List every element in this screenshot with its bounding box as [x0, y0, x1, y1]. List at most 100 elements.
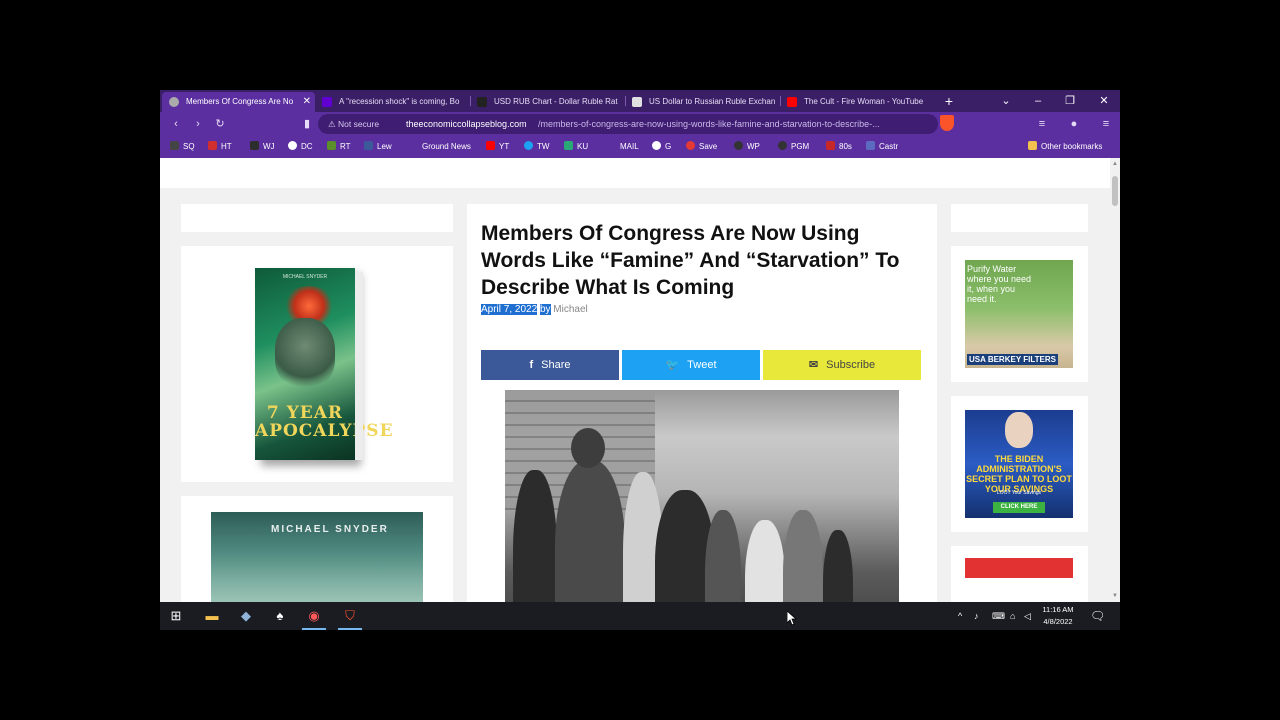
url-path: /members-of-congress-are-now-using-words… — [538, 119, 880, 129]
ad-card-water[interactable]: Purify Water where you need it, when you… — [951, 246, 1088, 382]
tab-label: A "recession shock" is coming, Bo — [339, 97, 460, 106]
scroll-up-icon[interactable]: ▲ — [1111, 160, 1119, 168]
book-cover-image[interactable]: MICHAEL SNYDER 7 YEAR APOCALYPSE — [255, 268, 393, 460]
biden-savings-ad[interactable]: THE BIDEN ADMINISTRATION'S SECRET PLAN T… — [965, 410, 1073, 518]
bookmark-dc[interactable]: DC — [288, 136, 313, 158]
bookmark-sq[interactable]: SQ — [170, 136, 195, 158]
tab-usd-russian-ruble[interactable]: US Dollar to Russian Ruble Exchan — [625, 92, 778, 112]
book-author: MICHAEL SNYDER — [282, 274, 328, 280]
heart-icon — [288, 141, 297, 150]
microphone-icon[interactable]: ♪ — [974, 602, 979, 630]
ad-water-brand: USA BERKEY FILTERS — [967, 354, 1058, 365]
berkey-filter-ad[interactable]: Purify Water where you need it, when you… — [965, 260, 1073, 368]
close-tab-icon[interactable]: ✕ — [303, 92, 311, 112]
pinterest-icon — [686, 141, 695, 150]
article-title[interactable]: Members Of Congress Are Now Using Words … — [481, 220, 921, 301]
bookmark-page-icon[interactable]: ▮ — [299, 116, 315, 132]
bookmark-yt[interactable]: YT — [486, 136, 509, 158]
bookmark-ground-news[interactable]: Ground News — [422, 136, 471, 158]
file-explorer-icon[interactable]: ▬ — [196, 602, 228, 630]
subscribe-button[interactable]: ✉ Subscribe — [763, 350, 921, 380]
tab-youtube[interactable]: The Cult - Fire Woman - YouTube — [780, 92, 933, 112]
bookmark-wj[interactable]: WJ — [250, 136, 275, 158]
ad-card-biden[interactable]: THE BIDEN ADMINISTRATION'S SECRET PLAN T… — [951, 396, 1088, 532]
bookmark-80s[interactable]: 80s — [826, 136, 852, 158]
browser-window: Members Of Congress Are No ✕ A "recessio… — [160, 90, 1120, 630]
bookmark-ht[interactable]: HT — [208, 136, 232, 158]
brave-shields-icon[interactable] — [940, 115, 954, 131]
site-header — [160, 158, 1110, 188]
profile-icon[interactable]: ● — [1066, 116, 1082, 132]
bookmark-mail[interactable]: MAIL — [620, 136, 639, 158]
bookmark-wp[interactable]: WP — [734, 136, 760, 158]
tab-usd-rub-chart[interactable]: USD RUB Chart - Dollar Ruble Rat — [470, 92, 623, 112]
forward-icon[interactable]: › — [190, 116, 206, 132]
minimize-button[interactable]: – — [1028, 93, 1048, 109]
bookmark-rt[interactable]: RT — [327, 136, 351, 158]
tradingview-icon — [477, 97, 487, 107]
folder-icon — [1028, 141, 1037, 150]
facebook-icon: f — [529, 359, 534, 371]
sidebar-left-top — [181, 204, 453, 232]
article-author-link[interactable]: Michael — [553, 304, 587, 315]
web-page: MICHAEL SNYDER 7 YEAR APOCALYPSE MICHAEL… — [160, 158, 1110, 602]
book2-cover-image[interactable]: MICHAEL SNYDER — [211, 512, 423, 602]
twitter-tweet-button[interactable]: 🐦 Tweet — [622, 350, 760, 380]
reload-icon[interactable]: ↻ — [212, 116, 228, 132]
ad-banner[interactable] — [965, 558, 1073, 578]
app-icon[interactable]: ♠ — [264, 602, 296, 630]
photo-figure — [571, 428, 605, 468]
menu-icon[interactable]: ≡ — [1098, 116, 1114, 132]
bookmark-ku[interactable]: KU — [564, 136, 588, 158]
tab-label: USD RUB Chart - Dollar Ruble Rat — [494, 97, 618, 106]
facebook-share-button[interactable]: f Share — [481, 350, 619, 380]
app-icon[interactable]: ◆ — [230, 602, 262, 630]
book-figure-art — [275, 318, 335, 388]
not-secure-indicator[interactable]: ⚠ Not secure — [328, 114, 379, 134]
bookmark-lew[interactable]: Lew — [364, 136, 392, 158]
notifications-icon[interactable]: 🗨 — [1090, 602, 1105, 630]
tab-label: The Cult - Fire Woman - YouTube — [804, 97, 924, 106]
other-bookmarks[interactable]: Other bookmarks — [1028, 136, 1102, 158]
ad-card-third[interactable] — [951, 546, 1088, 602]
scroll-thumb[interactable] — [1112, 176, 1118, 206]
bookmark-icon — [826, 141, 835, 150]
ad-water-headline: Purify Water where you need it, when you… — [967, 264, 1032, 304]
photo-figure — [555, 460, 625, 602]
ad-biden-subtext: LOOT Your Savings — [996, 490, 1042, 496]
sidebar-right-top — [951, 204, 1088, 232]
restore-button[interactable]: ❐ — [1060, 93, 1080, 109]
book-pages — [355, 272, 363, 460]
tray-chevron-icon[interactable]: ^ — [958, 602, 962, 630]
bookmark-save[interactable]: Save — [686, 136, 717, 158]
bookmark-pgm[interactable]: PGM — [778, 136, 809, 158]
bookmark-icon — [170, 141, 179, 150]
back-icon[interactable]: ‹ — [168, 116, 184, 132]
tab-members-of-congress[interactable]: Members Of Congress Are No ✕ — [162, 92, 315, 112]
scroll-down-icon[interactable]: ▼ — [1111, 592, 1119, 600]
youtube-icon — [486, 141, 495, 150]
tab-recession-shock[interactable]: A "recession shock" is coming, Bo — [315, 92, 468, 112]
tab-search-chevron-icon[interactable]: ⌄ — [996, 93, 1016, 109]
address-bar[interactable]: ⚠ Not secure theeconomiccollapseblog.com… — [318, 114, 938, 134]
volume-icon[interactable]: ◁ — [1024, 602, 1031, 630]
bookmark-g[interactable]: G — [652, 136, 671, 158]
browser-toolbar: ‹ › ↻ ▮ ⚠ Not secure theeconomiccollapse… — [160, 112, 1120, 136]
taskbar-clock[interactable]: 11:16 AM 4/8/2022 — [1034, 604, 1082, 628]
obs-icon[interactable]: ◉ — [298, 602, 330, 630]
page-scrollbar[interactable]: ▲ ▼ — [1110, 158, 1120, 602]
brave-browser-icon[interactable]: ⛉ — [334, 602, 366, 630]
new-tab-button[interactable]: + — [939, 93, 959, 109]
input-icon[interactable]: ⌨ — [992, 602, 1005, 630]
book2-promo-card[interactable]: MICHAEL SNYDER — [181, 496, 453, 602]
book-promo-card[interactable]: MICHAEL SNYDER 7 YEAR APOCALYPSE — [181, 246, 453, 482]
ad-click-here-button[interactable]: CLICK HERE — [993, 502, 1045, 513]
photo-figure — [513, 470, 557, 602]
bookmark-castr[interactable]: Castr — [866, 136, 898, 158]
bookmark-tw[interactable]: TW — [524, 136, 549, 158]
windows-start-icon[interactable]: ⊞ — [160, 602, 192, 630]
network-icon[interactable]: ⌂ — [1010, 602, 1015, 630]
ad-biden-headline: THE BIDEN ADMINISTRATION'S SECRET PLAN T… — [966, 454, 1072, 494]
reading-list-icon[interactable]: ≡ — [1034, 116, 1050, 132]
close-window-button[interactable]: ✕ — [1094, 93, 1114, 109]
